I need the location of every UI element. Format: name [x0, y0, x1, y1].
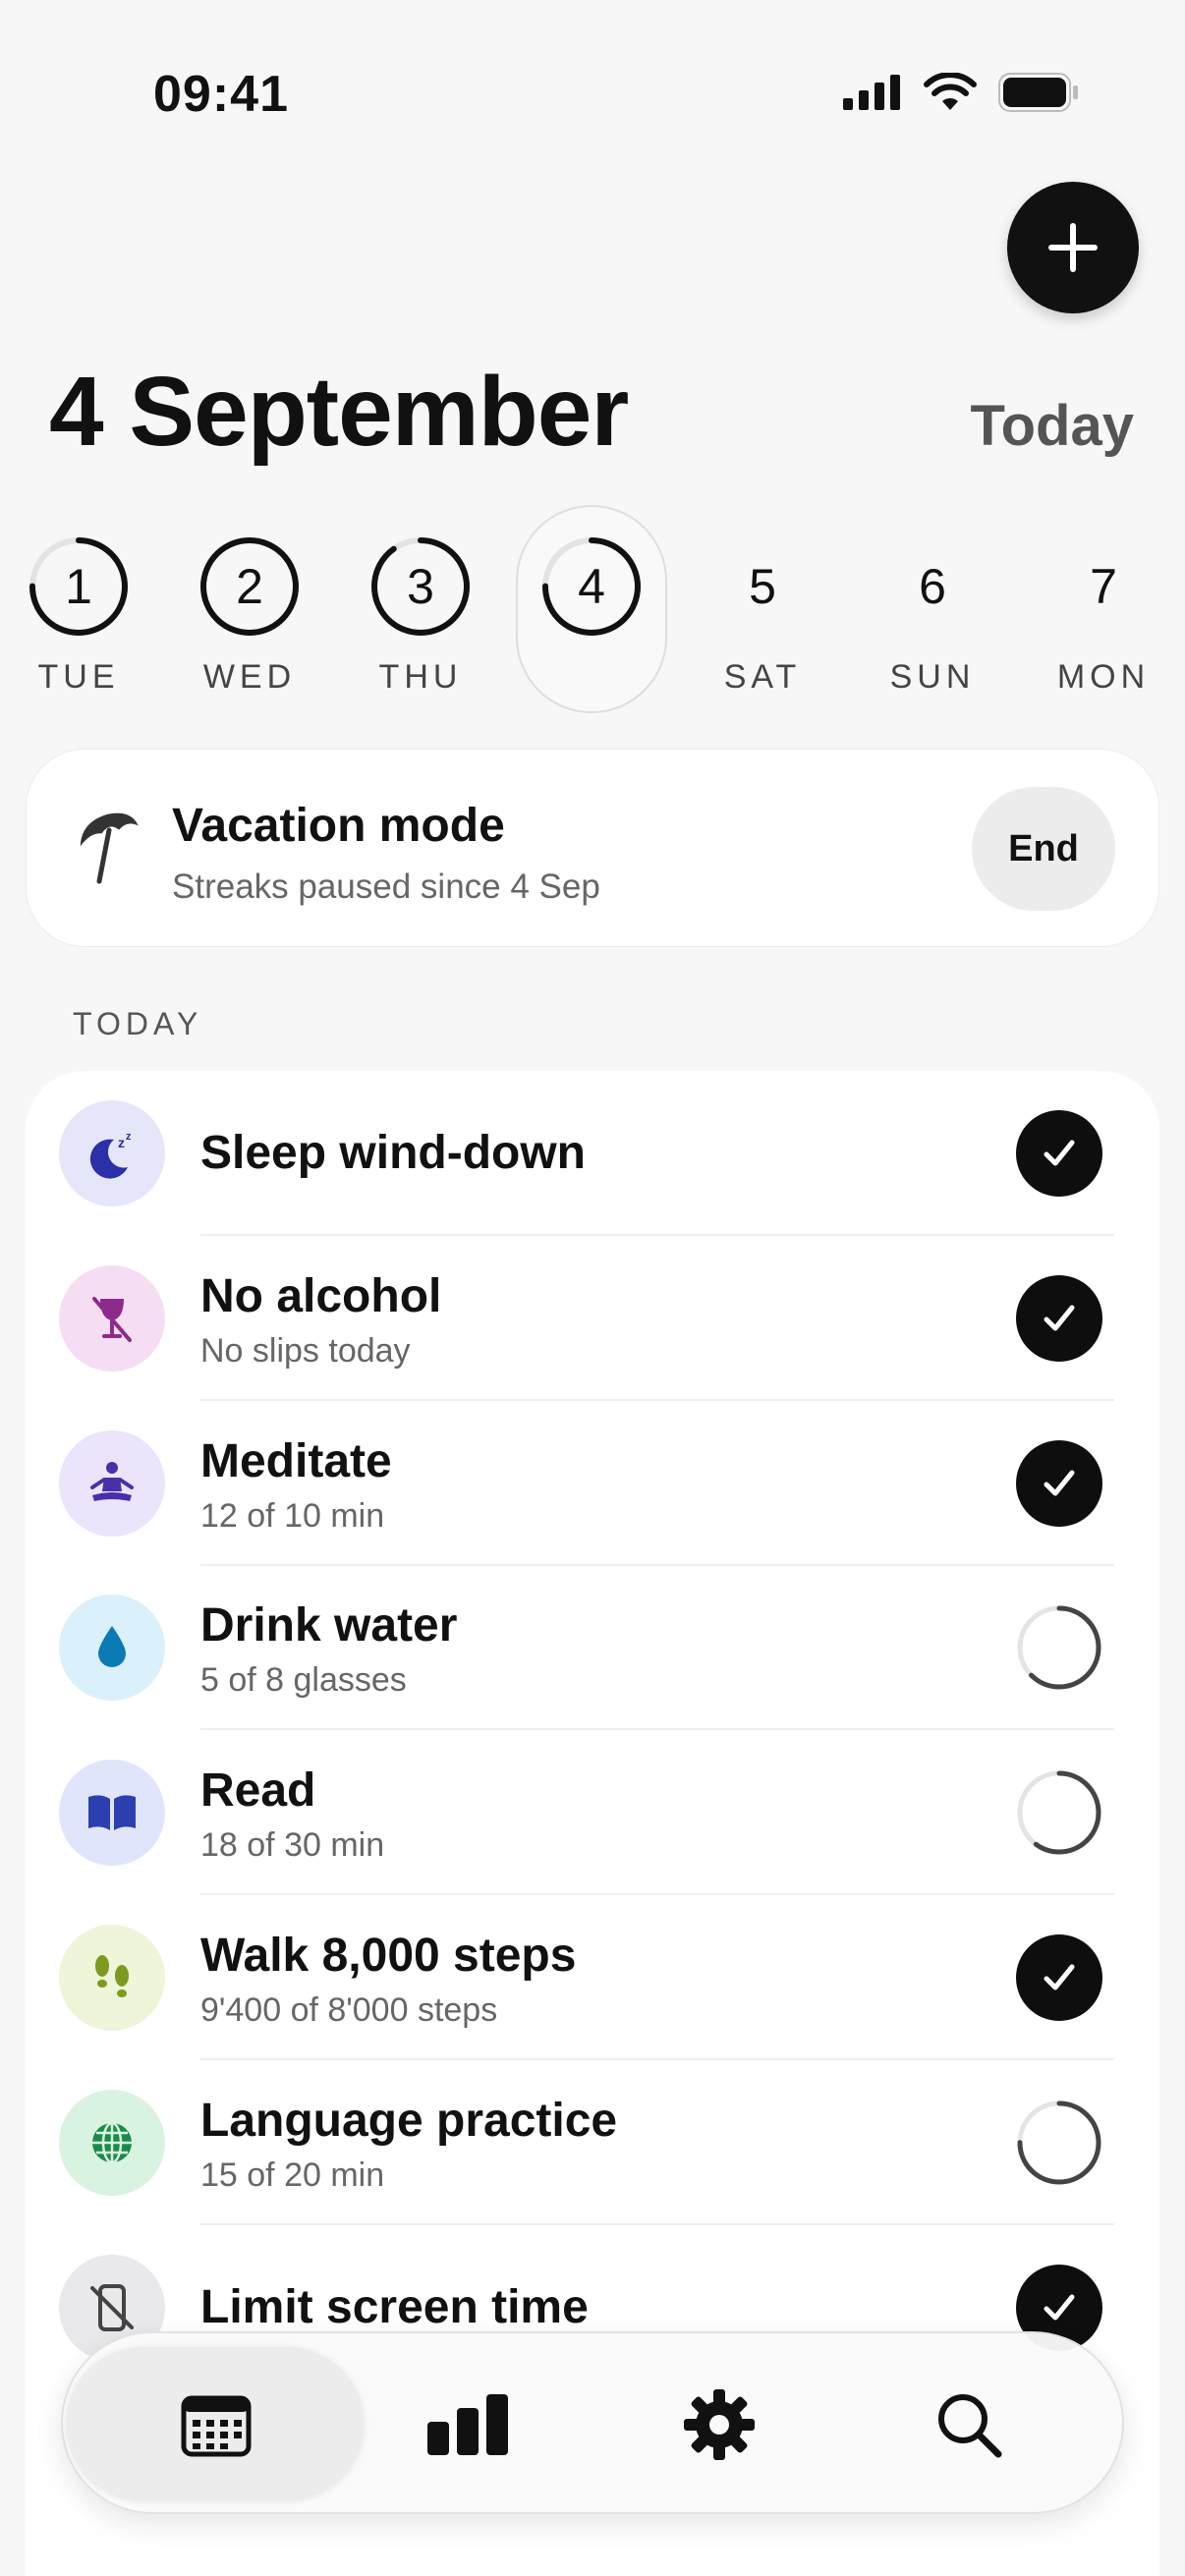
svg-text:z: z [118, 1135, 125, 1150]
day-wed[interactable]: 2 WED [171, 501, 328, 727]
habit-row[interactable]: No alcohol No slips today [26, 1236, 1159, 1401]
page-title: 4 September [49, 357, 629, 467]
vacation-mode-card: Vacation mode Streaks paused since 4 Sep… [26, 749, 1159, 947]
day-number: 6 [919, 559, 946, 614]
day-number: 1 [65, 559, 92, 614]
habit-status-toggle[interactable] [1016, 1440, 1102, 1527]
habit-status-toggle[interactable] [1016, 2100, 1102, 2186]
habit-status-toggle[interactable] [1016, 1275, 1102, 1362]
globe-icon [59, 2090, 165, 2196]
day-label: MON [1056, 658, 1151, 696]
habit-progress-ring [1017, 1605, 1101, 1690]
habit-progress-text: No slips today [200, 1332, 411, 1370]
add-habit-button[interactable] [1007, 182, 1139, 313]
day-number: 5 [749, 559, 776, 614]
completed-check-icon [1016, 1934, 1102, 2021]
habit-status-toggle[interactable] [1016, 1604, 1102, 1691]
svg-text:z: z [126, 1131, 132, 1143]
tab-bar [61, 2331, 1124, 2514]
habit-row[interactable]: Meditate 12 of 10 min [26, 1401, 1159, 1566]
book-icon [59, 1760, 165, 1866]
today-button[interactable]: Today [971, 393, 1135, 459]
day-number: 4 [578, 559, 605, 614]
day-label: SAT [723, 658, 802, 696]
habit-progress-ring [1017, 1770, 1101, 1855]
day-sun[interactable]: 6 SUN [854, 501, 1011, 727]
vacation-subtitle: Streaks paused since 4 Sep [172, 868, 600, 906]
habit-name: Drink water [200, 1599, 458, 1652]
day-label: SUN [889, 658, 976, 696]
status-time: 09:41 [153, 66, 289, 123]
battery-icon [998, 73, 1078, 112]
footsteps-icon [59, 1925, 165, 2031]
day-label: WED [202, 658, 297, 696]
plus-icon [1048, 223, 1098, 272]
vacation-title: Vacation mode [172, 800, 505, 852]
habit-progress-text: 9'400 of 8'000 steps [200, 1991, 498, 2029]
habit-name: Read [200, 1764, 316, 1817]
status-bar: 09:41 [0, 0, 1185, 196]
completed-check-icon [1016, 1275, 1102, 1362]
tab-statistics[interactable] [407, 2363, 531, 2487]
habit-row[interactable]: z z Sleep wind-down [26, 1071, 1159, 1236]
completed-check-icon [1016, 1440, 1102, 1527]
gear-icon [684, 2389, 755, 2460]
calendar-icon [181, 2395, 252, 2457]
tab-search[interactable] [907, 2363, 1031, 2487]
habit-name: Limit screen time [200, 2281, 589, 2333]
end-vacation-button[interactable]: End [972, 787, 1115, 911]
tab-calendar[interactable] [154, 2363, 278, 2487]
habit-name: No alcohol [200, 1270, 442, 1322]
habit-progress-text: 15 of 20 min [200, 2156, 385, 2194]
habit-row[interactable]: Drink water 5 of 8 glasses [26, 1565, 1159, 1730]
habit-progress-text: 12 of 10 min [200, 1497, 385, 1535]
day-number: 7 [1090, 559, 1117, 614]
habit-progress-ring [1017, 2100, 1101, 2185]
day-number: 3 [407, 559, 434, 614]
day-sat[interactable]: 5 SAT [684, 501, 841, 727]
day-number: 2 [236, 559, 263, 614]
tab-settings[interactable] [657, 2363, 781, 2487]
habit-name: Sleep wind-down [200, 1127, 586, 1179]
day-tue[interactable]: 1 TUE [0, 501, 157, 727]
search-icon [938, 2394, 1002, 2458]
meditate-icon [59, 1430, 165, 1537]
chart-bars-icon [427, 2394, 508, 2455]
day-label: THU [378, 658, 463, 696]
habit-name: Language practice [200, 2095, 618, 2147]
day-mon[interactable]: 7 MON [1025, 501, 1182, 727]
completed-check-icon [1016, 1110, 1102, 1197]
no-alcohol-icon [59, 1265, 165, 1372]
cellular-signal-icon [843, 75, 900, 110]
habit-name: Walk 8,000 steps [200, 1930, 577, 1982]
day-thu[interactable]: 3 THU [342, 501, 499, 727]
habit-row[interactable]: Read 18 of 30 min [26, 1730, 1159, 1895]
day-label: TUE [37, 658, 120, 696]
week-strip: 1 TUE 2 WED 3 THU 4FRI 5 SAT 6 SUN 7 MON [0, 501, 1185, 727]
moon-icon: zz [59, 1100, 165, 1206]
water-drop-icon [59, 1595, 165, 1701]
umbrella-icon [80, 812, 139, 884]
habit-status-toggle[interactable] [1016, 1110, 1102, 1197]
wifi-icon [924, 73, 977, 110]
habit-row[interactable]: Language practice 15 of 20 min [26, 2060, 1159, 2225]
status-icons [843, 73, 1079, 112]
day-fri[interactable]: 4FRI [513, 501, 670, 727]
habit-row[interactable]: Walk 8,000 steps 9'400 of 8'000 steps [26, 1895, 1159, 2060]
habit-progress-text: 18 of 30 min [200, 1826, 385, 1864]
habit-status-toggle[interactable] [1016, 1769, 1102, 1856]
habit-name: Meditate [200, 1435, 392, 1487]
habit-status-toggle[interactable] [1016, 1934, 1102, 2021]
section-title-today: TODAY [73, 1006, 203, 1041]
habit-progress-text: 5 of 8 glasses [200, 1661, 407, 1699]
